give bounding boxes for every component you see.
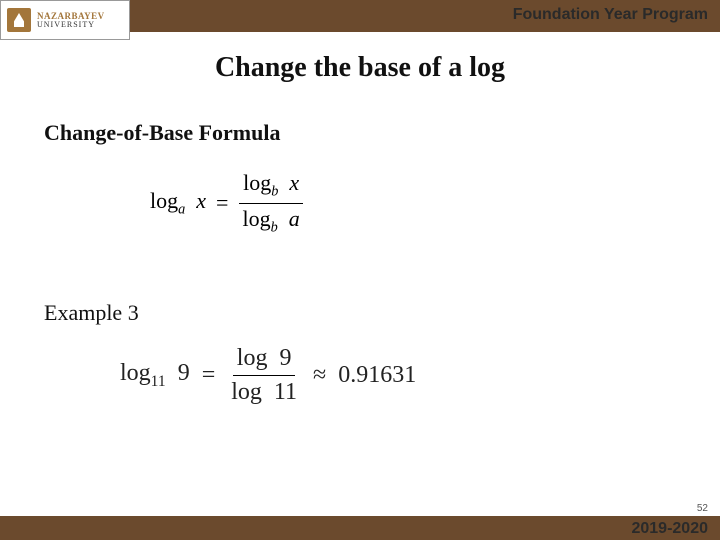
fraction-denominator: logb a — [238, 204, 303, 237]
example-formula: log11 9 = log 9 log 11 ≈ 0.91631 — [120, 344, 416, 407]
log-base: 11 — [151, 373, 166, 390]
log-base: b — [271, 219, 278, 235]
formula-fraction: logb x logb a — [238, 170, 303, 236]
fraction-numerator: log 9 — [233, 344, 296, 376]
example-result: 0.91631 — [338, 362, 416, 389]
footer-bar — [0, 516, 720, 540]
example-fraction: log 9 log 11 — [227, 344, 301, 407]
log-arg: 9 — [178, 360, 190, 386]
log-base: a — [178, 201, 185, 217]
logo-line2: UNIVERSITY — [37, 21, 105, 29]
log-arg: a — [289, 206, 300, 231]
log-func: log — [243, 170, 271, 195]
log-base: b — [271, 183, 278, 199]
example-heading: Example 3 — [44, 300, 139, 326]
log-func: log — [120, 360, 151, 386]
fraction-numerator: logb x — [239, 170, 303, 204]
section-heading: Change-of-Base Formula — [44, 120, 280, 146]
year-label: 2019-2020 — [631, 520, 708, 538]
log-arg: 11 — [274, 379, 297, 405]
log-arg: 9 — [279, 345, 291, 371]
logo-text: NAZARBAYEV UNIVERSITY — [37, 12, 105, 29]
log-func: log — [237, 345, 268, 371]
log-func: log — [231, 379, 262, 405]
log-func: log — [242, 206, 270, 231]
log-arg: x — [196, 188, 206, 213]
log-arg: x — [289, 170, 299, 195]
approx-sign: ≈ — [313, 362, 326, 389]
page-number: 52 — [697, 503, 708, 514]
formula-lhs: loga x — [150, 188, 206, 218]
equals-sign: = — [216, 190, 228, 216]
equals-sign: = — [202, 362, 216, 389]
slide-title: Change the base of a log — [0, 52, 720, 84]
log-func: log — [150, 188, 178, 213]
program-label: Foundation Year Program — [513, 6, 708, 24]
example-lhs: log11 9 — [120, 360, 190, 391]
logo-mark-icon — [7, 8, 31, 32]
change-of-base-formula: loga x = logb x logb a — [150, 170, 304, 236]
fraction-denominator: log 11 — [227, 376, 301, 407]
university-logo: NAZARBAYEV UNIVERSITY — [0, 0, 130, 40]
